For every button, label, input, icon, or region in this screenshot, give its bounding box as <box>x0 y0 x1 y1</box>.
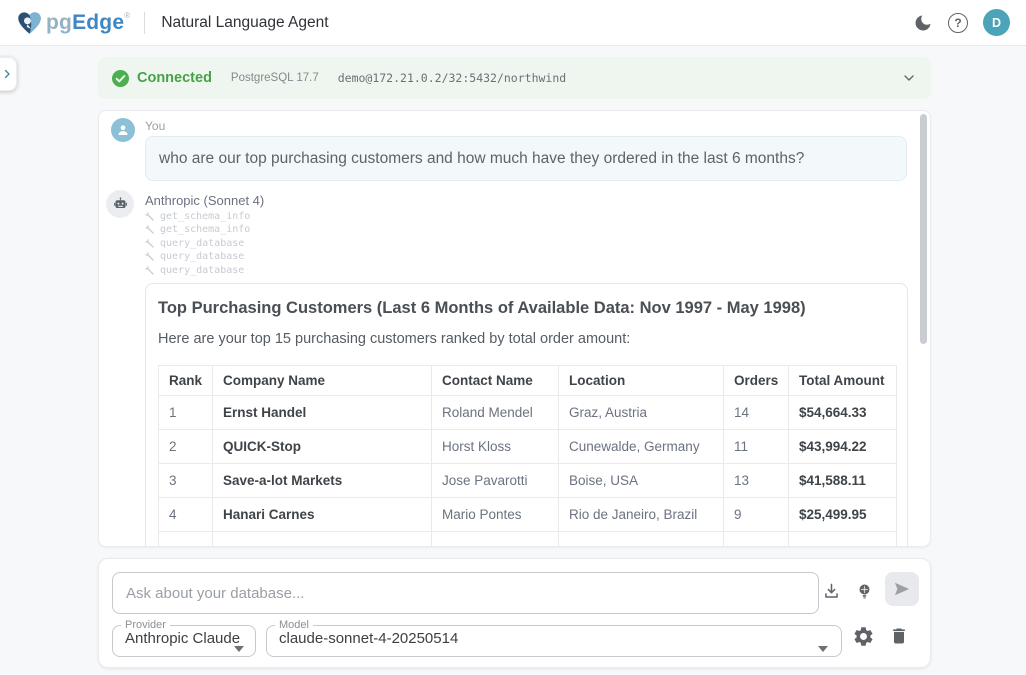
sidebar-toggle-button[interactable] <box>0 57 17 91</box>
column-header: Orders <box>724 366 789 396</box>
caret-down-icon <box>234 646 244 652</box>
column-header: Contact Name <box>432 366 559 396</box>
lightbulb-icon <box>855 582 874 601</box>
robot-icon <box>112 196 129 213</box>
gear-icon <box>852 625 875 648</box>
suggestions-button[interactable] <box>855 582 874 601</box>
tool-call-item: query_database <box>145 252 250 263</box>
tool-call-item: query_database <box>145 238 250 249</box>
connection-status: Connected <box>112 70 212 87</box>
tool-call-item: query_database <box>145 265 250 276</box>
table-row: 1 Ernst Handel Roland Mendel Graz, Austr… <box>159 396 897 430</box>
message-input[interactable] <box>112 572 819 614</box>
user-avatar-badge[interactable]: D <box>983 9 1010 36</box>
page-title: Natural Language Agent <box>161 14 328 32</box>
response-intro: Here are your top 15 purchasing customer… <box>158 331 894 347</box>
person-icon <box>115 122 131 138</box>
table-row: 2 QUICK-Stop Horst Kloss Cunewalde, Germ… <box>159 430 897 464</box>
pgedge-heart-icon <box>16 10 43 35</box>
column-header: Total Amount <box>789 366 897 396</box>
assistant-sender-label: Anthropic (Sonnet 4) <box>145 193 264 208</box>
column-header: Rank <box>159 366 213 396</box>
connection-string: demo@172.21.0.2/32:5432/northwind <box>338 71 566 85</box>
wrench-icon <box>145 225 154 234</box>
chat-history-panel: You who are our top purchasing customers… <box>98 110 931 547</box>
connection-expand-button[interactable] <box>901 70 917 86</box>
chevron-right-icon <box>1 68 13 80</box>
clear-chat-button[interactable] <box>889 626 909 646</box>
tool-call-item: get_schema_info <box>145 225 250 236</box>
help-icon: ? <box>954 16 961 30</box>
user-message-bubble: who are our top purchasing customers and… <box>145 136 907 181</box>
wrench-icon <box>145 239 154 248</box>
wrench-icon <box>145 252 154 261</box>
avatar-initial: D <box>992 16 1001 30</box>
header-actions: ? D <box>913 9 1010 36</box>
model-select[interactable]: Model claude-sonnet-4-20250514 <box>266 619 842 657</box>
moon-icon <box>913 13 933 33</box>
help-button[interactable]: ? <box>948 13 968 33</box>
connection-status-bar: Connected PostgreSQL 17.7 demo@172.21.0.… <box>98 57 931 99</box>
tool-call-item: get_schema_info <box>145 211 250 222</box>
column-header: Location <box>559 366 724 396</box>
brand-name: pgEdge® <box>46 11 130 35</box>
caret-down-icon <box>818 646 828 652</box>
user-message-text: who are our top purchasing customers and… <box>159 150 804 168</box>
download-button[interactable] <box>822 582 841 601</box>
settings-button[interactable] <box>852 625 875 648</box>
download-icon <box>822 582 841 601</box>
assistant-response-card: Top Purchasing Customers (Last 6 Months … <box>145 283 908 547</box>
chevron-down-icon <box>901 70 917 86</box>
user-sender-label: You <box>145 119 165 133</box>
send-icon <box>892 579 912 599</box>
wrench-icon <box>145 212 154 221</box>
chat-scrollbar-thumb[interactable] <box>920 114 927 344</box>
connection-status-label: Connected <box>137 70 212 86</box>
assistant-message-avatar <box>106 190 134 218</box>
provider-select[interactable]: Provider Anthropic Claude <box>112 619 256 657</box>
tool-call-list: get_schema_info get_schema_info query_da… <box>145 211 250 276</box>
app-header: pgEdge® Natural Language Agent ? D <box>0 0 1026 46</box>
column-header: Company Name <box>213 366 432 396</box>
table-row: 4 Hanari Carnes Mario Pontes Rio de Jane… <box>159 498 897 532</box>
table-row: 3 Save-a-lot Markets Jose Pavarotti Bois… <box>159 464 897 498</box>
user-message-avatar <box>111 118 135 142</box>
model-select-value: claude-sonnet-4-20250514 <box>267 630 841 654</box>
app-window: pgEdge® Natural Language Agent ? D <box>0 0 1026 675</box>
trash-icon <box>889 626 909 646</box>
response-heading: Top Purchasing Customers (Last 6 Months … <box>158 299 894 318</box>
composer-panel: Provider Anthropic Claude Model claude-s… <box>98 558 931 668</box>
check-circle-icon <box>112 70 129 87</box>
header-divider <box>144 12 145 34</box>
send-button[interactable] <box>885 572 919 606</box>
table-header-row: Rank Company Name Contact Name Location … <box>159 366 897 396</box>
table-row-clipped <box>159 532 897 548</box>
dark-mode-toggle[interactable] <box>913 13 933 33</box>
pgedge-logo: pgEdge® <box>16 10 130 35</box>
db-version-label: PostgreSQL 17.7 <box>231 72 319 84</box>
wrench-icon <box>145 266 154 275</box>
results-table: Rank Company Name Contact Name Location … <box>158 365 897 547</box>
